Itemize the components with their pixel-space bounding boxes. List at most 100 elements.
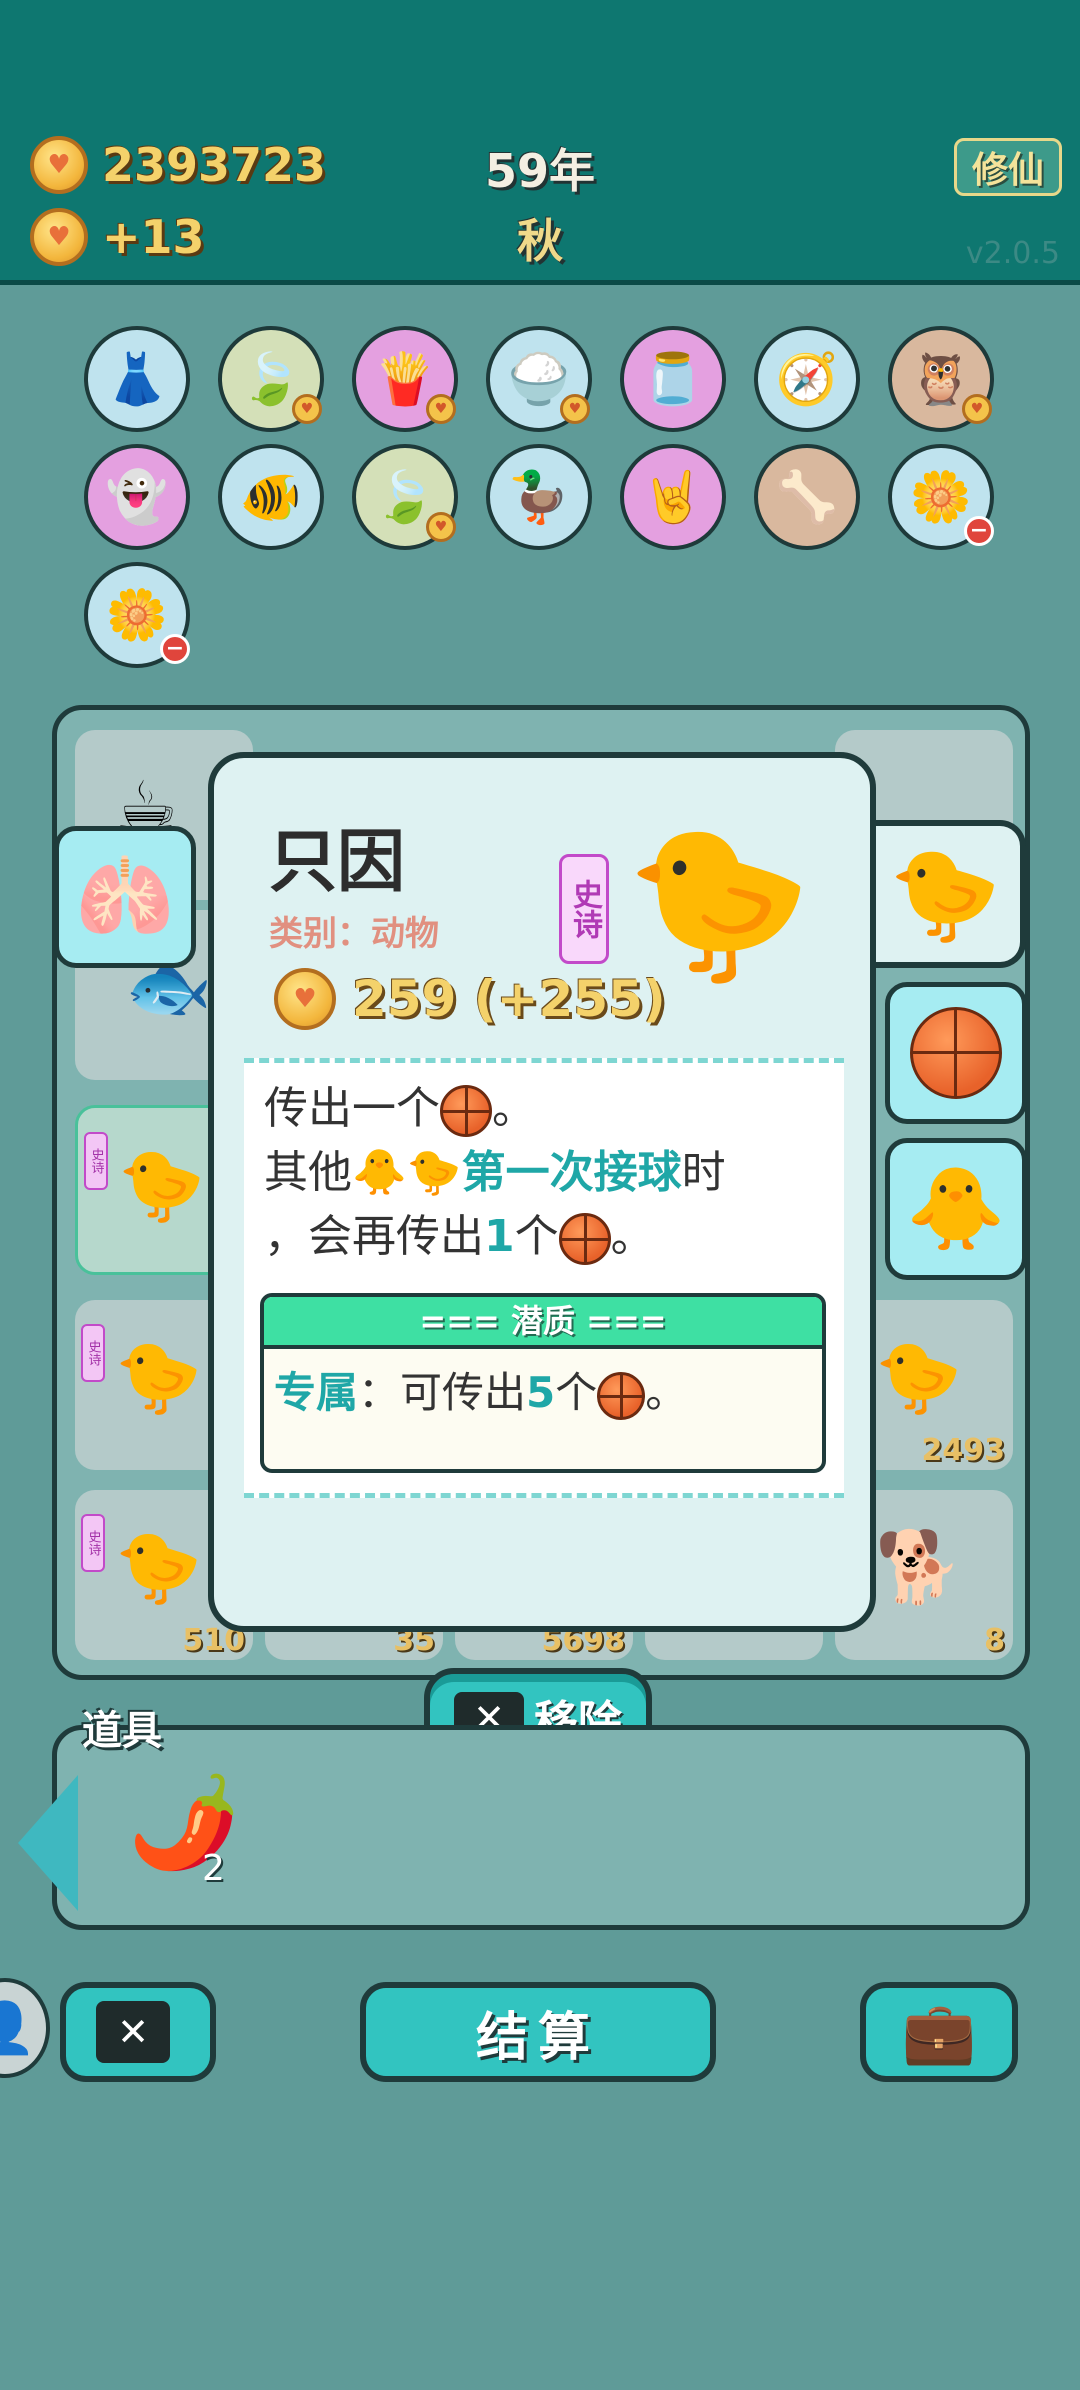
- coin-badge-icon: ♥: [426, 394, 456, 424]
- leaf-icon: 🍃: [239, 350, 303, 408]
- bag-button[interactable]: 💼: [860, 1982, 1018, 2082]
- coin-badge-icon: ♥: [426, 512, 456, 542]
- flower-icon: 🌼: [909, 468, 973, 526]
- owls-icon: 🦉: [909, 350, 973, 408]
- card-category: 类别：动物: [269, 914, 439, 954]
- card-name: 只因: [269, 823, 406, 902]
- top-bar: ♥ 2393723 ♥ +13 59年 秋 修仙 v2.0.5: [0, 0, 1080, 285]
- inventory-item-dog-bowl[interactable]: 🦴: [754, 444, 860, 550]
- inventory-item-pot[interactable]: 🦆: [486, 444, 592, 550]
- inventory-item-leaf[interactable]: 🍃 ♥: [352, 444, 458, 550]
- year-label: 59年: [484, 144, 595, 198]
- inventory-item-fries[interactable]: 🍟 ♥: [352, 326, 458, 432]
- potential-number: 5: [526, 1368, 556, 1417]
- pot-icon: 🦆: [507, 468, 571, 526]
- potential-text: 专属：可传出5个。: [264, 1349, 822, 1430]
- desc-number: 1: [484, 1211, 515, 1262]
- potential-label: 专属: [274, 1368, 359, 1417]
- chicken-icon: 🐤: [115, 1526, 203, 1608]
- skip-button[interactable]: ✕: [60, 1982, 216, 2082]
- leaf-icon: 🍃: [373, 468, 437, 526]
- liver-icon: 🫁: [75, 850, 175, 943]
- desc-line-2-b: 时: [681, 1147, 726, 1198]
- chick-icon: 🐥: [906, 1162, 1006, 1255]
- settle-button[interactable]: 结算: [360, 1982, 716, 2082]
- briefcase-icon: 💼: [901, 1997, 977, 2068]
- avatar[interactable]: 👤: [0, 1978, 50, 2078]
- description-text: 传出一个。 其他🐥🐤第一次接球时 ，会再传出1个。: [264, 1077, 834, 1269]
- fries-icon: 🍟: [373, 350, 437, 408]
- chick-tab[interactable]: 🐥: [885, 1138, 1027, 1280]
- basketball-tab[interactable]: [885, 982, 1027, 1124]
- compass-icon: 🧭: [775, 350, 839, 408]
- desc-line-3-a: ，会再传出: [264, 1211, 484, 1262]
- potential-title: === 潜质 ===: [264, 1297, 822, 1349]
- inventory-item-skirt[interactable]: 👗: [84, 326, 190, 432]
- basketball-icon: [910, 1007, 1002, 1099]
- rarity-tag: 史诗: [84, 1132, 108, 1190]
- inventory-item-leaf[interactable]: 🍃 ♥: [218, 326, 324, 432]
- settle-label: 结算: [475, 2007, 600, 2068]
- inventory-item-rock-hand[interactable]: 🤘: [620, 444, 726, 550]
- inventory-item-flower[interactable]: 🌼 −: [84, 562, 190, 668]
- scroll-left-arrow[interactable]: [18, 1775, 78, 1911]
- skirt-icon: 👗: [105, 350, 169, 408]
- version-label: v2.0.5: [965, 236, 1060, 271]
- desc-line-2-a: 其他: [264, 1147, 352, 1198]
- pepper-count: 2: [202, 1848, 225, 1889]
- fishbowl-icon: 🐠: [239, 468, 303, 526]
- husky-icon: 🐕: [875, 1526, 963, 1608]
- chicken-icon: 🐤: [118, 1144, 206, 1226]
- coin-badge-icon: ♥: [962, 394, 992, 424]
- inventory-item-owls[interactable]: 🦉 ♥: [888, 326, 994, 432]
- inventory-item-jar[interactable]: 🫙: [620, 326, 726, 432]
- rock-hand-icon: 🤘: [641, 468, 705, 526]
- jar-icon: 🫙: [641, 350, 705, 408]
- inventory-item-flower[interactable]: 🌼 −: [888, 444, 994, 550]
- basketball-icon: [440, 1085, 492, 1137]
- chicken-portrait-icon: 🐤: [625, 816, 813, 990]
- coin-badge-icon: ♥: [560, 394, 590, 424]
- organ-tab[interactable]: 🫁: [54, 826, 196, 968]
- potential-end: 。: [645, 1368, 688, 1417]
- basketball-icon: [597, 1371, 646, 1420]
- cultivate-button[interactable]: 修仙: [954, 138, 1062, 196]
- coin-badge-icon: ♥: [292, 394, 322, 424]
- rarity-tag: 史诗: [81, 1514, 105, 1572]
- basketball-icon: [558, 1213, 611, 1265]
- item-detail-card: 只因 类别：动物 史诗 ♥ 259 (+255) 🐤 传出一个。 其他🐥🐤第一次…: [208, 752, 876, 1632]
- slot-value: 8: [984, 1623, 1005, 1658]
- flower-icon: 🌼: [105, 586, 169, 644]
- desc-highlight: 第一次接球: [461, 1147, 682, 1198]
- potential-box: === 潜质 === 专属：可传出5个。: [260, 1293, 826, 1473]
- minus-icon: −: [964, 516, 994, 546]
- minus-icon: −: [160, 634, 190, 664]
- card-rarity-badge: 史诗: [559, 854, 609, 964]
- dog-bowl-icon: 🦴: [775, 468, 839, 526]
- chicken-icon: 🐤: [888, 841, 1002, 947]
- season-label: 秋: [517, 214, 563, 268]
- inventory-item-compass[interactable]: 🧭: [754, 326, 860, 432]
- chicken-icon: 🐤: [406, 1147, 462, 1198]
- chick-icon: 🐥: [352, 1147, 407, 1198]
- desc-line-3-end: 。: [610, 1211, 655, 1262]
- potential-text-b: 个: [555, 1368, 598, 1417]
- inventory-item-fishbowl[interactable]: 🐠: [218, 444, 324, 550]
- slot-value: 2493: [921, 1433, 1006, 1468]
- card-description: 传出一个。 其他🐥🐤第一次接球时 ，会再传出1个。 === 潜质 === 专属：…: [244, 1058, 844, 1498]
- portrait-tab[interactable]: 🐤: [870, 820, 1026, 968]
- inventory-item-ghost[interactable]: 👻: [84, 444, 190, 550]
- chicken-icon: 🐤: [875, 1336, 963, 1418]
- ghost-icon: 👻: [105, 468, 169, 526]
- close-icon: ✕: [96, 2001, 170, 2063]
- desc-line-3-b: 个: [514, 1211, 559, 1262]
- rice-icon: 🍚: [507, 350, 571, 408]
- props-title: 道具: [82, 1708, 162, 1754]
- chicken-icon: 🐤: [115, 1336, 203, 1418]
- coin-icon: ♥: [274, 968, 336, 1030]
- card-value-row: ♥ 259 (+255): [274, 968, 666, 1030]
- desc-line-1: 传出一个: [264, 1083, 440, 1134]
- inventory-item-rice[interactable]: 🍚 ♥: [486, 326, 592, 432]
- desc-line-1-end: 。: [492, 1083, 536, 1134]
- potential-text-a: ：可传出: [358, 1368, 527, 1417]
